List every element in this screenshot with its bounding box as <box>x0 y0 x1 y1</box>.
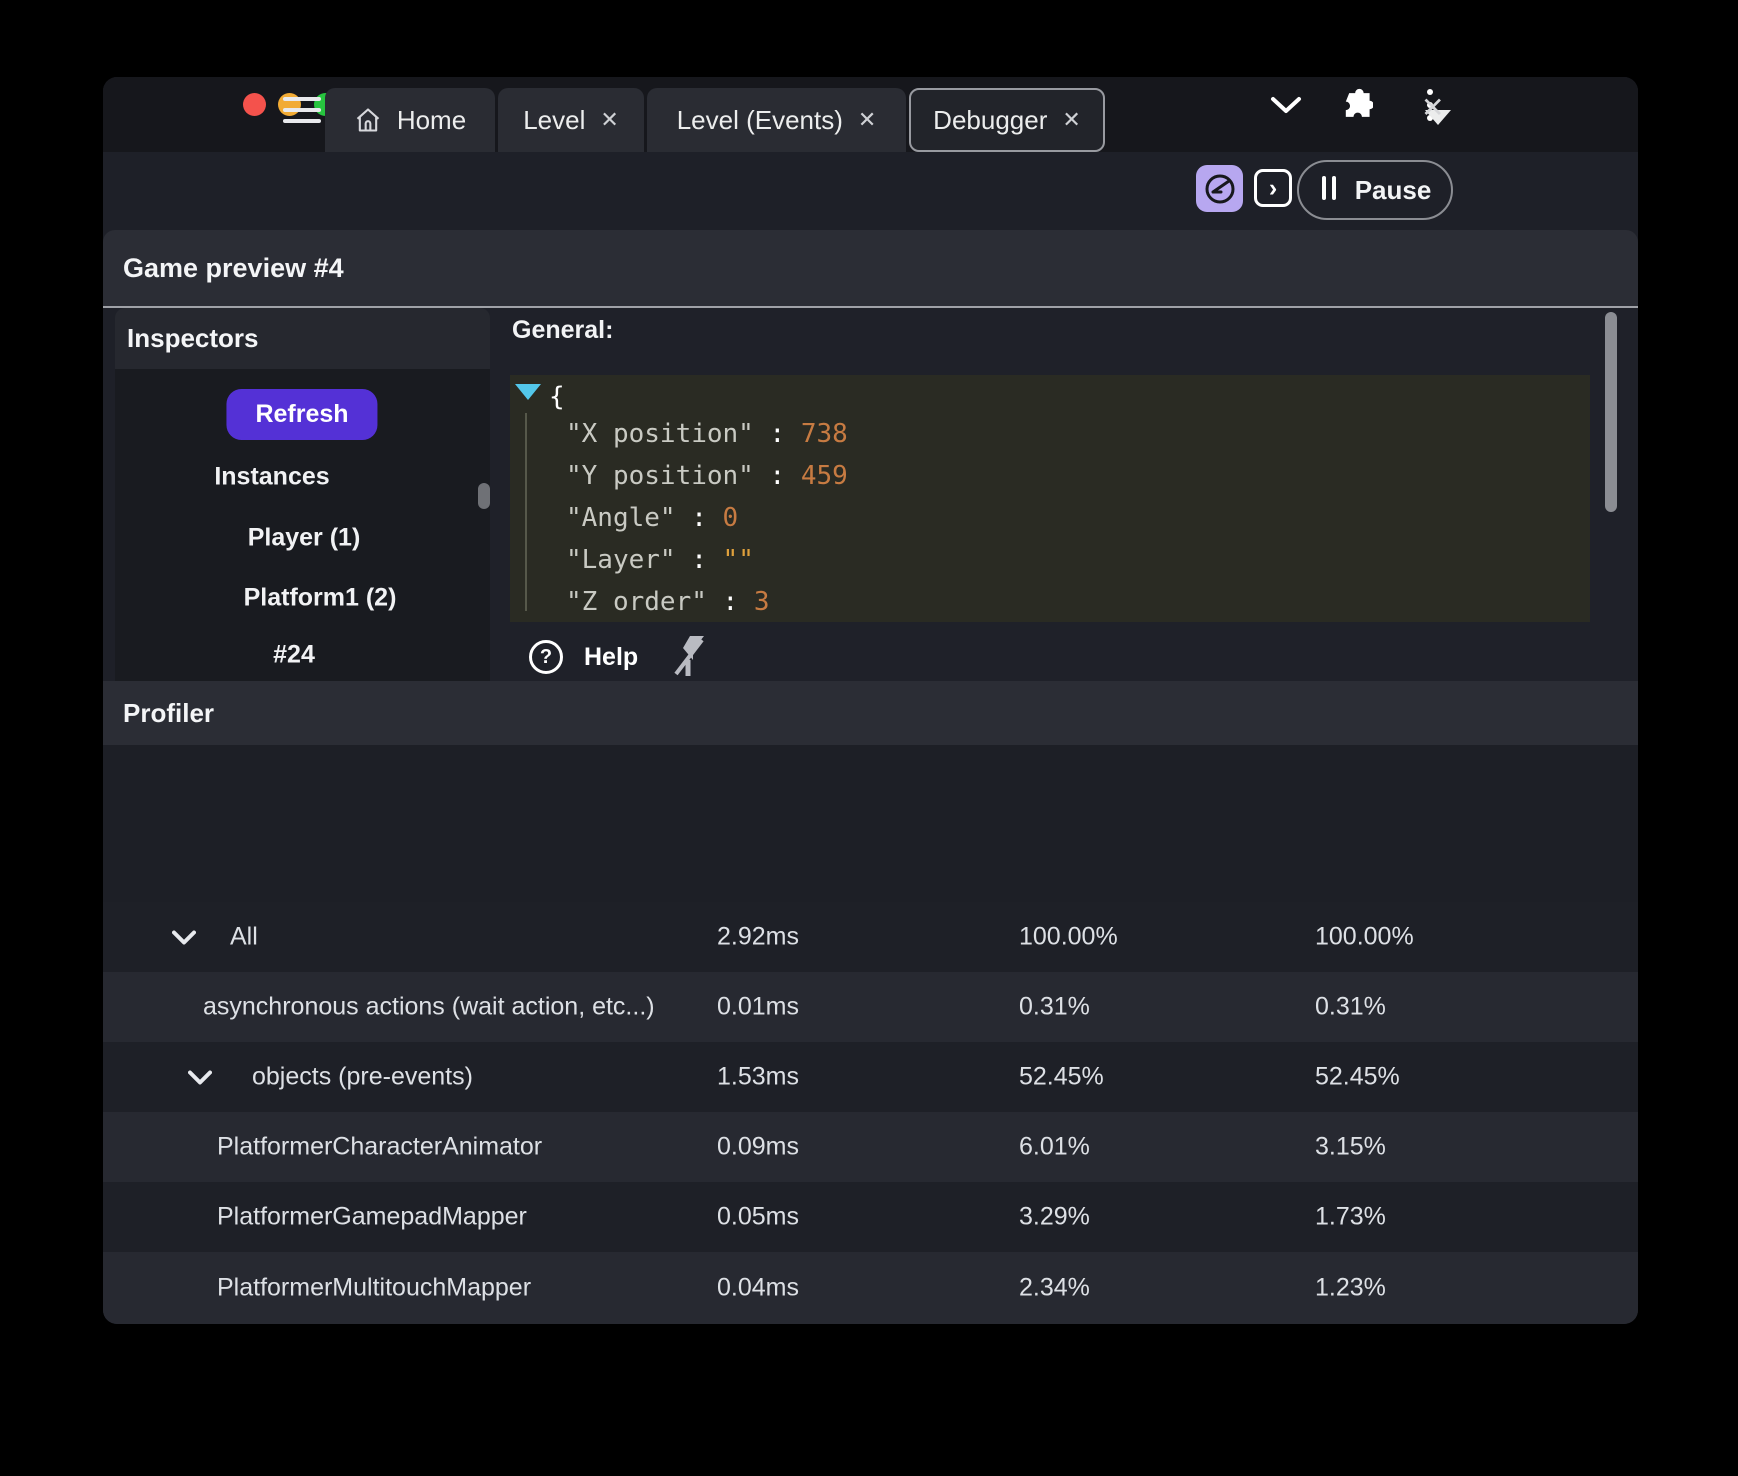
console-icon: › <box>1268 173 1278 202</box>
game-preview-title: Game preview #4 <box>123 253 344 283</box>
json-row-z-order: "Z order" : 3 <box>566 587 770 617</box>
inspectors-title: Inspectors <box>127 323 259 353</box>
section-name: PlatformerGamepadMapper <box>217 1202 527 1231</box>
json-row-x-position: "X position" : 738 <box>566 419 848 449</box>
tab-home[interactable]: Home <box>325 88 495 152</box>
profiler-title: Profiler <box>123 697 215 728</box>
table-row[interactable]: PlatformerMultitouchMapper 0.04ms 2.34% … <box>103 1252 1638 1324</box>
general-title: General: <box>512 316 614 344</box>
percent-parent-value: 100.00% <box>1019 922 1118 951</box>
tree-item-player[interactable]: Player (1) <box>248 524 361 553</box>
percent-total-value: 100.00% <box>1315 922 1414 951</box>
inspectors-panel: Refresh Instances Player (1) Platform1 (… <box>115 369 490 681</box>
indent-guide <box>525 413 527 611</box>
game-preview-header[interactable]: Game preview #4 <box>103 230 1638 307</box>
section-name: All <box>230 922 258 951</box>
percent-parent-value: 3.29% <box>1019 1202 1090 1231</box>
help-icon[interactable]: ? <box>529 640 563 674</box>
refresh-button[interactable]: Refresh <box>226 389 378 440</box>
pause-label: Pause <box>1354 174 1432 205</box>
percent-parent-value: 2.34% <box>1019 1273 1090 1302</box>
section-name: PlatformerMultitouchMapper <box>217 1273 532 1302</box>
time-value: 0.01ms <box>717 992 799 1021</box>
percent-total-value: 0.31% <box>1315 992 1386 1021</box>
percent-parent-value: 0.31% <box>1019 992 1090 1021</box>
tree-item-instance-24[interactable]: #24 <box>273 641 315 670</box>
table-row[interactable]: PlatformerGamepadMapper 0.05ms 3.29% 1.7… <box>103 1182 1638 1252</box>
tab-bar: Home Level ✕ Level (Events) ✕ Debugger ✕ <box>103 77 1638 152</box>
tab-level[interactable]: Level ✕ <box>498 88 644 152</box>
percent-total-value: 1.23% <box>1315 1273 1386 1302</box>
tree-item-instances[interactable]: Instances <box>214 463 329 492</box>
time-value: 1.53ms <box>717 1062 799 1091</box>
section-name: asynchronous actions (wait action, etc..… <box>203 992 655 1021</box>
hamburger-menu-icon[interactable] <box>283 97 321 127</box>
profiler-panel: Last run collected on 327 frames. Restar… <box>103 745 1638 1324</box>
time-value: 0.04ms <box>717 1273 799 1302</box>
chevron-down-icon[interactable] <box>172 923 196 952</box>
time-value: 0.05ms <box>717 1202 799 1231</box>
tab-label: Debugger <box>933 104 1048 135</box>
tree-item-platform1[interactable]: Platform1 (2) <box>244 584 397 613</box>
percent-total-value: 3.15% <box>1315 1132 1386 1161</box>
tab-debugger[interactable]: Debugger ✕ <box>909 88 1105 152</box>
profiler-header: Profiler <box>103 681 1638 745</box>
tab-label: Home <box>396 104 467 135</box>
general-scrollbar-thumb[interactable] <box>1605 312 1617 512</box>
help-button[interactable]: Help <box>584 643 638 672</box>
tab-close-icon[interactable]: ✕ <box>858 107 876 133</box>
general-panel: General: { "X position" : 738 "Y positio… <box>490 308 1638 681</box>
tab-close-icon[interactable]: ✕ <box>1062 107 1080 133</box>
section-name: PlatformerCharacterAnimator <box>217 1132 543 1161</box>
traffic-close-button[interactable] <box>243 93 266 116</box>
json-row-y-position: "Y position" : 459 <box>566 461 848 491</box>
percent-parent-value: 52.45% <box>1019 1062 1104 1091</box>
inspectors-header: Inspectors <box>115 308 490 369</box>
expander-triangle-icon[interactable] <box>515 384 541 405</box>
console-button[interactable]: › <box>1254 169 1292 207</box>
profiler-toggle-button[interactable] <box>1196 165 1243 212</box>
percent-total-value: 1.73% <box>1315 1202 1386 1231</box>
pause-button[interactable]: Pause <box>1297 160 1453 220</box>
table-row[interactable]: All 2.92ms 100.00% 100.00% <box>103 902 1638 972</box>
percent-total-value: 52.45% <box>1315 1062 1400 1091</box>
gauge-icon <box>1205 174 1234 203</box>
tab-close-icon[interactable]: ✕ <box>600 107 618 133</box>
json-row-angle: "Angle" : 0 <box>566 503 739 533</box>
json-open-brace: { <box>549 382 565 412</box>
section-name: objects (pre-events) <box>252 1062 473 1091</box>
profiler-close-icon[interactable]: ✕ <box>1421 91 1444 124</box>
table-row[interactable]: asynchronous actions (wait action, etc..… <box>103 972 1638 1042</box>
debugger-window: Home Level ✕ Level (Events) ✕ Debugger ✕ <box>103 77 1638 1324</box>
chevron-down-icon[interactable] <box>188 1063 212 1092</box>
inspectors-scrollbar-thumb[interactable] <box>478 483 490 509</box>
json-inspector: { "X position" : 738 "Y position" : 459 … <box>510 375 1590 622</box>
json-row-layer: "Layer" : "" <box>566 545 754 575</box>
chevron-down-icon[interactable] <box>1263 77 1309 133</box>
tab-label: Level <box>523 104 586 135</box>
time-value: 0.09ms <box>717 1132 799 1161</box>
unpin-icon[interactable] <box>666 634 710 685</box>
pause-icon <box>1319 175 1339 205</box>
time-value: 2.92ms <box>717 922 799 951</box>
table-row[interactable]: objects (pre-events) 1.53ms 52.45% 52.45… <box>103 1042 1638 1112</box>
table-row[interactable]: PlatformerCharacterAnimator 0.09ms 6.01%… <box>103 1112 1638 1182</box>
tab-level-events[interactable]: Level (Events) ✕ <box>647 88 906 152</box>
home-icon <box>356 108 380 132</box>
debugger-toolbar: › Pause <box>103 152 1638 230</box>
tab-label: Level (Events) <box>676 104 843 135</box>
extensions-puzzle-icon[interactable] <box>1331 77 1381 133</box>
percent-parent-value: 6.01% <box>1019 1132 1090 1161</box>
